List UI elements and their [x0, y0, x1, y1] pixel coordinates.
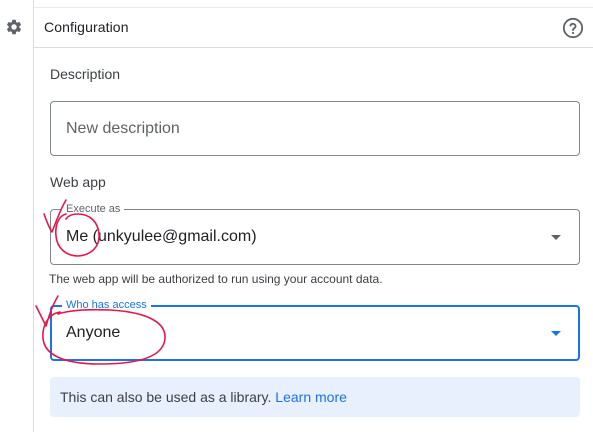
who-has-access-value: Anyone [66, 324, 121, 341]
left-rail [0, 0, 34, 432]
execute-as-helper-text: The web app will be authorized to run us… [49, 272, 383, 286]
help-icon[interactable] [562, 17, 584, 39]
execute-as-label: Execute as [62, 202, 125, 216]
gear-icon[interactable] [5, 18, 23, 36]
learn-more-link[interactable]: Learn more [275, 389, 347, 405]
execute-as-select[interactable]: Execute as Me (unkyulee@gmail.com) [50, 202, 580, 265]
library-info-banner: This can also be used as a library. Lear… [50, 377, 580, 417]
who-has-access-select[interactable]: Who has access Anyone [50, 298, 580, 361]
web-app-label: Web app [50, 174, 106, 190]
description-field[interactable] [50, 101, 580, 156]
who-has-access-label: Who has access [62, 298, 151, 312]
page-title: Configuration [44, 19, 129, 35]
configuration-form: Description Web app Execute as Me (unkyu… [34, 48, 593, 432]
panel-header: Configuration [34, 8, 593, 48]
info-text-wrapper: This can also be used as a library. Lear… [60, 389, 347, 405]
execute-as-value: Me (unkyulee@gmail.com) [66, 228, 257, 245]
caret-down-icon[interactable] [551, 235, 561, 240]
description-label: Description [50, 66, 121, 82]
description-input[interactable] [66, 102, 566, 155]
caret-down-icon[interactable] [551, 331, 561, 336]
library-info-text: This can also be used as a library. [60, 389, 272, 405]
